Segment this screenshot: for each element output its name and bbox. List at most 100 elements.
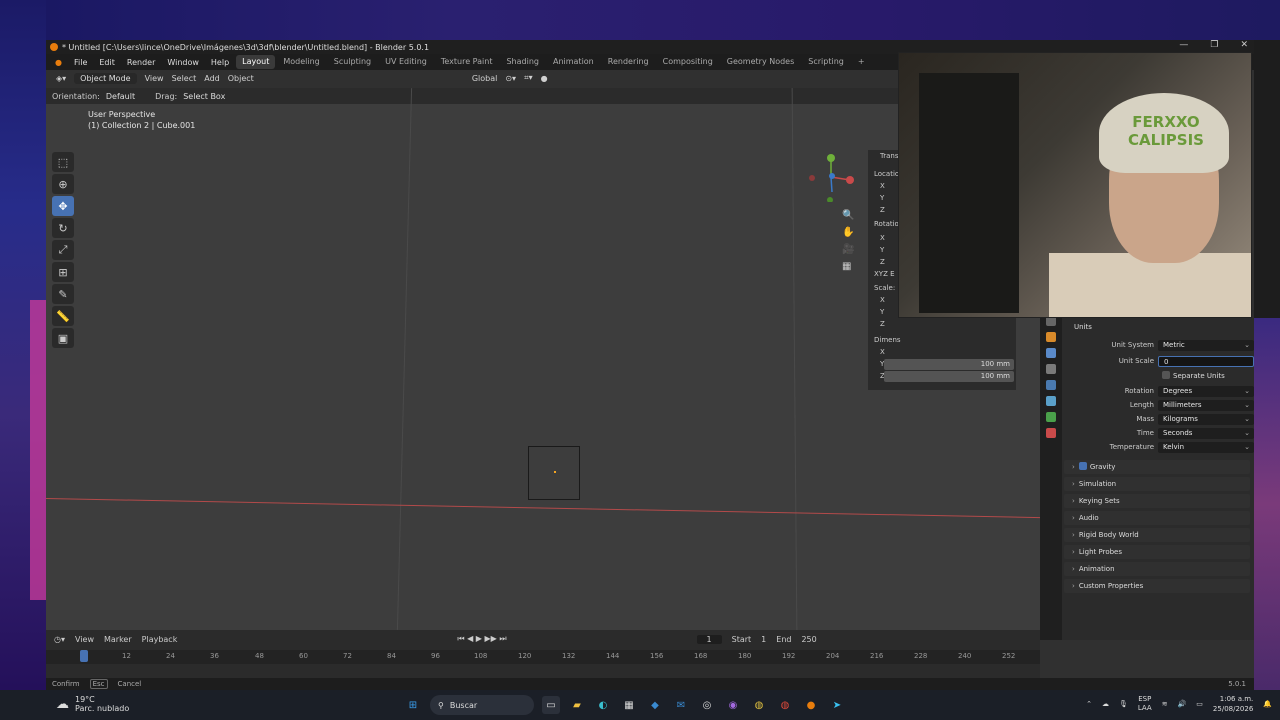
world-tab-icon[interactable] bbox=[1046, 396, 1056, 406]
pivot-icon[interactable]: ⊙▾ bbox=[505, 74, 516, 83]
pan-hand-icon[interactable]: ✋ bbox=[842, 227, 854, 238]
start-button-icon[interactable]: ⊞ bbox=[404, 696, 422, 714]
proportional-edit-icon[interactable]: ● bbox=[541, 74, 548, 83]
separate-units-checkbox[interactable] bbox=[1162, 371, 1170, 379]
object-tab-icon[interactable] bbox=[1046, 412, 1056, 422]
store-icon[interactable]: ▦ bbox=[620, 696, 638, 714]
tray-app-icon[interactable]: ☁ bbox=[1102, 700, 1109, 708]
add-menu[interactable]: Add bbox=[204, 74, 220, 83]
workspace-tab-scripting[interactable]: Scripting bbox=[802, 55, 850, 69]
maximize-button[interactable]: ❐ bbox=[1210, 40, 1218, 50]
mass-units-dropdown[interactable]: Kilograms ⌄ bbox=[1158, 414, 1254, 425]
workspace-tab-animation[interactable]: Animation bbox=[547, 55, 600, 69]
select-box-tool-icon[interactable]: ⬚ bbox=[52, 152, 74, 172]
menu-file[interactable]: File bbox=[69, 58, 92, 67]
unit-scale-input[interactable]: 0 bbox=[1158, 356, 1254, 367]
temperature-units-dropdown[interactable]: Kelvin ⌄ bbox=[1158, 442, 1254, 453]
language-indicator[interactable]: ESP LAA bbox=[1138, 695, 1152, 713]
wifi-icon[interactable]: ≋ bbox=[1162, 700, 1168, 708]
workspace-tab-compositing[interactable]: Compositing bbox=[657, 55, 719, 69]
output-tab-icon[interactable] bbox=[1046, 348, 1056, 358]
view-layer-tab-icon[interactable] bbox=[1046, 364, 1056, 374]
timeline-marker-menu[interactable]: Marker bbox=[104, 635, 132, 644]
discord-icon[interactable]: ◉ bbox=[724, 696, 742, 714]
start-frame-field[interactable]: 1 bbox=[761, 635, 766, 644]
taskbar-search[interactable]: ⚲ Buscar bbox=[430, 695, 534, 715]
workspace-tab-geometry-nodes[interactable]: Geometry Nodes bbox=[721, 55, 800, 69]
vscode-icon[interactable]: ◆ bbox=[646, 696, 664, 714]
add-workspace-button[interactable]: + bbox=[852, 55, 871, 69]
timeline-view-menu[interactable]: View bbox=[75, 635, 94, 644]
transform-tool-icon[interactable]: ⊞ bbox=[52, 262, 74, 282]
blender-taskbar-icon[interactable]: ● bbox=[802, 696, 820, 714]
clock-icon[interactable]: ◷▾ bbox=[54, 635, 65, 644]
navigation-gizmo[interactable] bbox=[806, 152, 856, 202]
annotate-tool-icon[interactable]: ✎ bbox=[52, 284, 74, 304]
move-tool-icon[interactable]: ✥ bbox=[52, 196, 74, 216]
task-view-icon[interactable]: ▭ bbox=[542, 696, 560, 714]
panel-custom-properties[interactable]: › Custom Properties bbox=[1064, 579, 1250, 593]
minimize-button[interactable]: — bbox=[1179, 40, 1188, 50]
dimension-z-field[interactable]: 100 mm bbox=[884, 371, 1014, 382]
chrome-icon[interactable]: ◍ bbox=[750, 696, 768, 714]
editor-type-icon[interactable]: ◈▾ bbox=[56, 74, 66, 83]
snap-icon[interactable]: ⌗▾ bbox=[524, 73, 533, 83]
menu-edit[interactable]: Edit bbox=[94, 58, 120, 67]
panel-rigid-body-world[interactable]: › Rigid Body World bbox=[1064, 528, 1250, 542]
cursor-tool-icon[interactable]: ⊕ bbox=[52, 174, 74, 194]
workspace-tab-texture-paint[interactable]: Texture Paint bbox=[435, 55, 499, 69]
panel-gravity[interactable]: › Gravity bbox=[1064, 460, 1250, 474]
dimension-y-field[interactable]: 100 mm bbox=[884, 359, 1014, 370]
tray-chevron-icon[interactable]: ⌃ bbox=[1086, 700, 1092, 708]
npanel-tab[interactable]: Trans bbox=[880, 152, 899, 160]
scale-tool-icon[interactable]: ⤢ bbox=[52, 240, 74, 260]
battery-icon[interactable]: ▭ bbox=[1196, 700, 1203, 708]
zoom-icon[interactable]: 🔍 bbox=[842, 210, 854, 221]
panel-simulation[interactable]: › Simulation bbox=[1064, 477, 1250, 491]
panel-animation[interactable]: › Animation bbox=[1064, 562, 1250, 576]
unit-system-dropdown[interactable]: Metric ⌄ bbox=[1158, 340, 1254, 351]
select-menu[interactable]: Select bbox=[172, 74, 197, 83]
camera-view-icon[interactable]: 🎥 bbox=[842, 244, 854, 255]
panel-light-probes[interactable]: › Light Probes bbox=[1064, 545, 1250, 559]
timeline-playback-menu[interactable]: Playback bbox=[142, 635, 178, 644]
cube-object[interactable] bbox=[528, 446, 580, 500]
render-tab-icon[interactable] bbox=[1046, 332, 1056, 342]
3d-viewport[interactable]: Orientation: Default Drag: Select Box Us… bbox=[46, 88, 1040, 630]
material-tab-icon[interactable] bbox=[1046, 428, 1056, 438]
timeline-ruler[interactable]: 1 12 24 36 48 60 72 84 96 108 120 132 14… bbox=[46, 650, 1040, 664]
menu-help[interactable]: Help bbox=[206, 58, 234, 67]
units-header[interactable]: Units bbox=[1064, 322, 1252, 334]
workspace-tab-rendering[interactable]: Rendering bbox=[602, 55, 655, 69]
weather-widget[interactable]: ☁ 19°C Parc. nublado bbox=[56, 695, 129, 713]
playback-controls[interactable]: ⏮ ◀ ▶ ▶▶ ⏭ bbox=[457, 634, 506, 644]
time-units-dropdown[interactable]: Seconds ⌄ bbox=[1158, 428, 1254, 439]
rotate-tool-icon[interactable]: ↻ bbox=[52, 218, 74, 238]
app-taskbar-icon[interactable]: ➤ bbox=[828, 696, 846, 714]
panel-audio[interactable]: › Audio bbox=[1064, 511, 1250, 525]
separate-units-row[interactable]: Separate Units bbox=[1064, 370, 1252, 382]
github-icon[interactable]: ◎ bbox=[698, 696, 716, 714]
panel-keying-sets[interactable]: › Keying Sets bbox=[1064, 494, 1250, 508]
volume-icon[interactable]: 🔊 bbox=[1178, 700, 1187, 708]
menu-render[interactable]: Render bbox=[122, 58, 160, 67]
end-frame-field[interactable]: 250 bbox=[801, 635, 816, 644]
ortho-grid-icon[interactable]: ▦ bbox=[842, 261, 854, 272]
playhead[interactable] bbox=[80, 650, 88, 662]
gravity-checkbox[interactable] bbox=[1078, 462, 1087, 470]
current-frame-field[interactable]: 1 bbox=[696, 634, 722, 644]
add-cube-tool-icon[interactable]: ▣ bbox=[52, 328, 74, 348]
length-units-dropdown[interactable]: Millimeters ⌄ bbox=[1158, 400, 1254, 411]
rotation-units-dropdown[interactable]: Degrees ⌄ bbox=[1158, 386, 1254, 397]
view-menu[interactable]: View bbox=[145, 74, 164, 83]
file-explorer-icon[interactable]: ▰ bbox=[568, 696, 586, 714]
workspace-tab-sculpting[interactable]: Sculpting bbox=[328, 55, 377, 69]
notification-bell-icon[interactable]: 🔔 bbox=[1263, 700, 1272, 708]
chrome-profile-icon[interactable]: ◍ bbox=[776, 696, 794, 714]
close-button[interactable]: ✕ bbox=[1240, 40, 1248, 50]
orientation-dropdown[interactable]: Default bbox=[106, 92, 135, 101]
rotation-mode-dropdown[interactable]: XYZ E bbox=[874, 270, 895, 278]
clock[interactable]: 1:06 a.m. 25/08/2026 bbox=[1213, 694, 1253, 714]
object-mode-dropdown[interactable]: Object Mode bbox=[74, 72, 137, 84]
menu-window[interactable]: Window bbox=[162, 58, 204, 67]
